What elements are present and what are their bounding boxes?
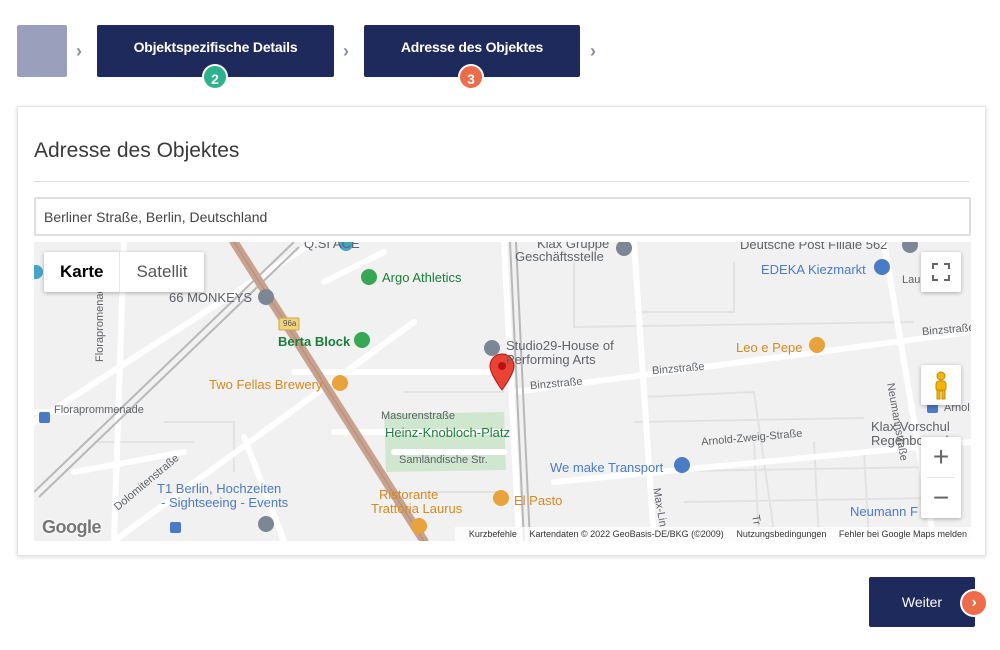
poi-label: Neumann F: [850, 504, 918, 519]
step-3-label: Adresse des Objektes: [400, 39, 544, 55]
maptype-satellit-button[interactable]: Satellit: [120, 252, 203, 292]
poi-label: Two Fellas Brewery: [209, 377, 323, 392]
terms-link[interactable]: Nutzungsbedingungen: [736, 529, 826, 539]
google-logo: Google: [42, 517, 102, 537]
address-card: Adresse des Objektes Berliner Straße, Be…: [17, 106, 986, 556]
chevron-right-icon[interactable]: ›: [960, 589, 988, 617]
poi-label: Argo Athletics: [382, 270, 462, 285]
poi-label: Deutsche Post Filiale 562: [740, 242, 888, 252]
step-3-number-badge: 3: [458, 64, 484, 90]
map-attribution: Kurzbefehle Kartendaten © 2022 GeoBasis-…: [454, 527, 971, 541]
fullscreen-button[interactable]: [921, 252, 961, 292]
poi-label: El Pasto: [514, 493, 563, 508]
zoom-control: + −: [921, 437, 961, 518]
poi-label: 66 MONKEYS: [169, 290, 253, 305]
poi-label: We make Transport: [550, 460, 664, 475]
zoom-out-button[interactable]: −: [921, 478, 961, 518]
poi-label: Studio29-House of: [506, 338, 614, 353]
step-1-completed[interactable]: le: [17, 25, 67, 77]
divider: [34, 181, 969, 182]
pegman-icon: [935, 371, 947, 400]
fullscreen-icon: [932, 263, 950, 281]
zoom-in-button[interactable]: +: [921, 437, 961, 477]
poi-label: Ristorante: [379, 487, 439, 502]
step-2-number-badge: 2: [202, 64, 228, 90]
stepper: le › Objektspezifische Details 2 › Adres…: [0, 25, 1000, 90]
chevron-right-icon: ›: [590, 41, 596, 61]
poi-label: Trattoria Laurus: [371, 501, 463, 516]
poi-label: Performing Arts: [506, 352, 596, 367]
street-view-pegman-button[interactable]: [921, 365, 961, 405]
step-2-label: Objektspezifische Details: [133, 39, 298, 55]
address-input[interactable]: [34, 197, 971, 236]
street-label: Florapromenade: [94, 281, 106, 362]
card-title: Adresse des Objektes: [34, 139, 240, 162]
chevron-right-icon: ›: [343, 41, 349, 61]
maptype-karte-button[interactable]: Karte: [44, 252, 121, 292]
chevron-right-icon: ›: [76, 41, 82, 61]
poi-label: Geschäftsstelle: [515, 249, 604, 264]
poi-label: T1 Berlin, Hochzeiten: [157, 481, 282, 496]
poi-label: - Sightseeing - Events: [161, 495, 289, 510]
report-error-link[interactable]: Fehler bei Google Maps melden: [839, 529, 967, 539]
map-type-control: Karte Satellit: [44, 252, 204, 292]
map-footer: Google Kurzbefehle Kartendaten © 2022 Ge…: [34, 517, 971, 541]
street-label: Samländische Str.: [399, 454, 488, 466]
poi-label: Leo e Pepe: [736, 340, 803, 355]
map-data-text: Kartendaten © 2022 GeoBasis-DE/BKG (©200…: [529, 529, 724, 539]
poi-label: Q.SI ACE: [304, 242, 360, 251]
poi-label: EDEKA Kiezmarkt: [761, 262, 866, 277]
poi-label: Heinz-Knobloch-Platz: [385, 425, 511, 440]
street-label: Tr: [749, 514, 763, 526]
poi-label: Klax Vorschul: [871, 419, 950, 434]
shortcuts-link[interactable]: Kurzbefehle: [469, 529, 517, 539]
street-label: Lau: [902, 274, 921, 286]
poi-label: Berta Block: [278, 334, 351, 349]
google-map[interactable]: Q.SI ACE Argo Athletics 66 MONKEYS 96a B…: [34, 242, 971, 541]
street-label: Floraprommenade: [54, 404, 144, 416]
route-label: 96a: [283, 319, 297, 328]
street-label: Masurenstraße: [381, 410, 455, 422]
